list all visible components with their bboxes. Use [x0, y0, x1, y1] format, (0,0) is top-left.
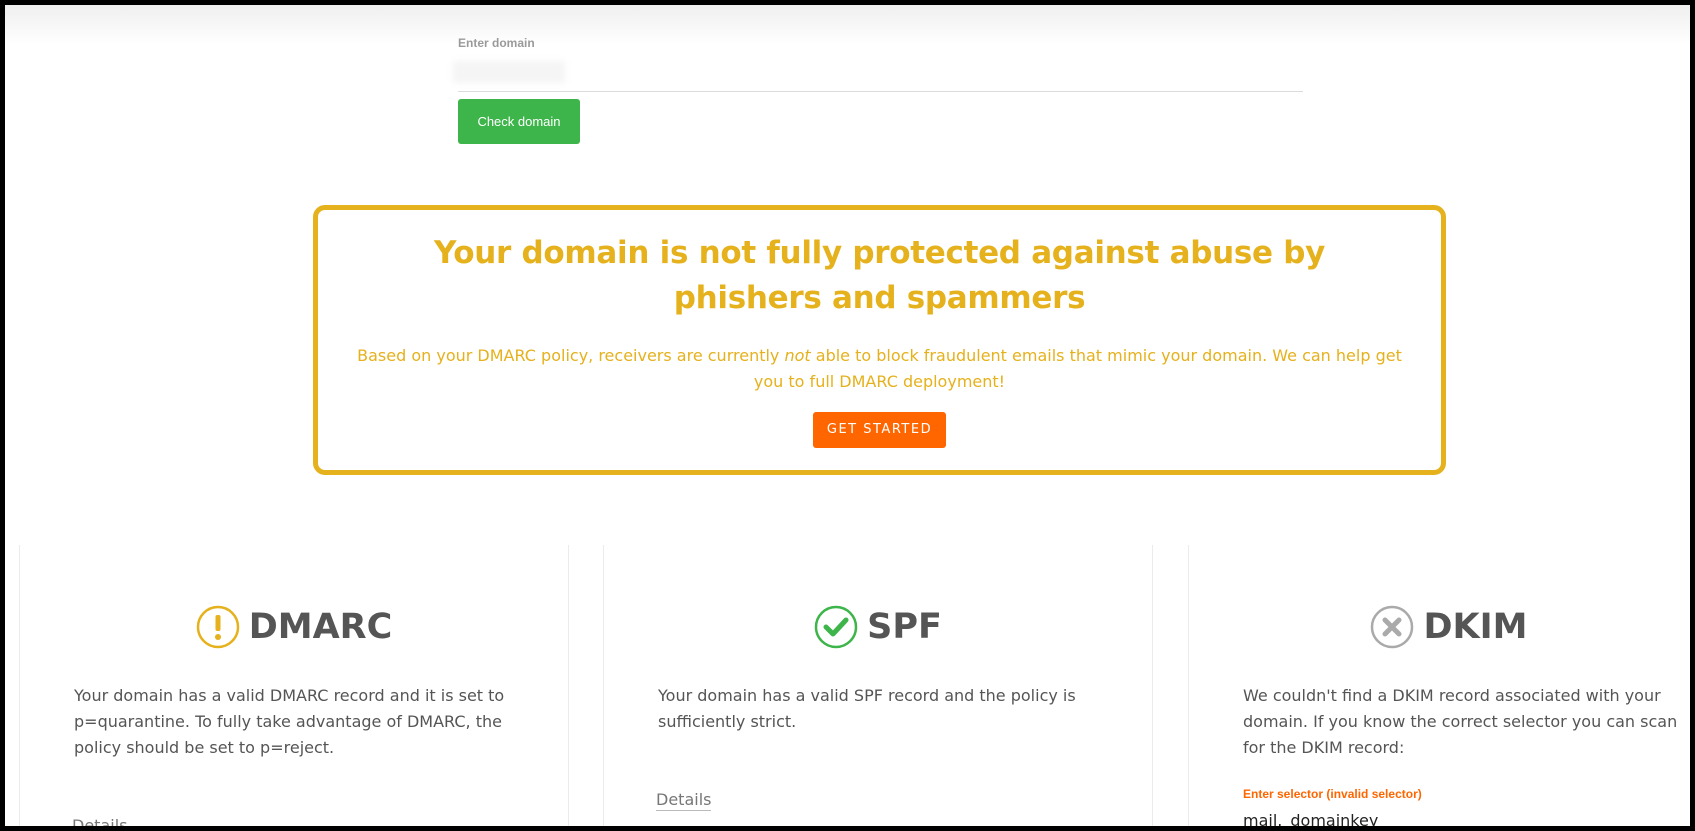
dmarc-description: Your domain has a valid DMARC record and…	[74, 686, 505, 757]
dmarc-panel: DMARC Your domain has a valid DMARC reco…	[19, 545, 569, 826]
dkim-header: DKIM	[1189, 605, 1690, 649]
dmarc-title: DMARC	[248, 607, 393, 647]
dkim-title: DKIM	[1423, 607, 1528, 647]
alert-text-start: Based on your DMARC policy, receivers ar…	[357, 346, 785, 365]
dkim-description: We couldn't find a DKIM record associate…	[1243, 686, 1678, 757]
selector-label: Enter selector (invalid selector)	[1243, 787, 1422, 801]
error-icon	[1371, 605, 1414, 649]
dkim-panel: DKIM We couldn't find a DKIM record asso…	[1188, 545, 1690, 826]
protection-alert: Your domain is not fully protected again…	[313, 205, 1446, 475]
alert-title: Your domain is not fully protected again…	[433, 235, 1326, 316]
check-domain-button[interactable]: Check domain	[458, 99, 580, 144]
alert-text-end: able to block fraudulent emails that mim…	[753, 346, 1402, 391]
top-shade	[5, 5, 1690, 45]
check-icon	[814, 605, 858, 649]
domain-input[interactable]	[458, 57, 1303, 92]
spf-panel: SPF Your domain has a valid SPF record a…	[603, 545, 1153, 826]
page: Enter domain Check domain Your domain is…	[5, 5, 1690, 826]
spf-details-link[interactable]: Details	[656, 790, 712, 811]
alert-text-emphasis: not	[784, 346, 811, 365]
spf-description: Your domain has a valid SPF record and t…	[658, 686, 1076, 731]
spf-title: SPF	[867, 607, 942, 647]
selector-input[interactable]	[1243, 807, 1683, 826]
spf-header: SPF	[604, 605, 1152, 649]
get-started-button[interactable]: GET STARTED	[812, 412, 947, 448]
domain-label: Enter domain	[458, 36, 535, 50]
dmarc-header: DMARC	[20, 605, 568, 649]
warning-icon	[196, 605, 239, 649]
alert-text: Based on your DMARC policy, receivers ar…	[350, 343, 1410, 395]
dmarc-details-link[interactable]: Details	[72, 816, 127, 826]
